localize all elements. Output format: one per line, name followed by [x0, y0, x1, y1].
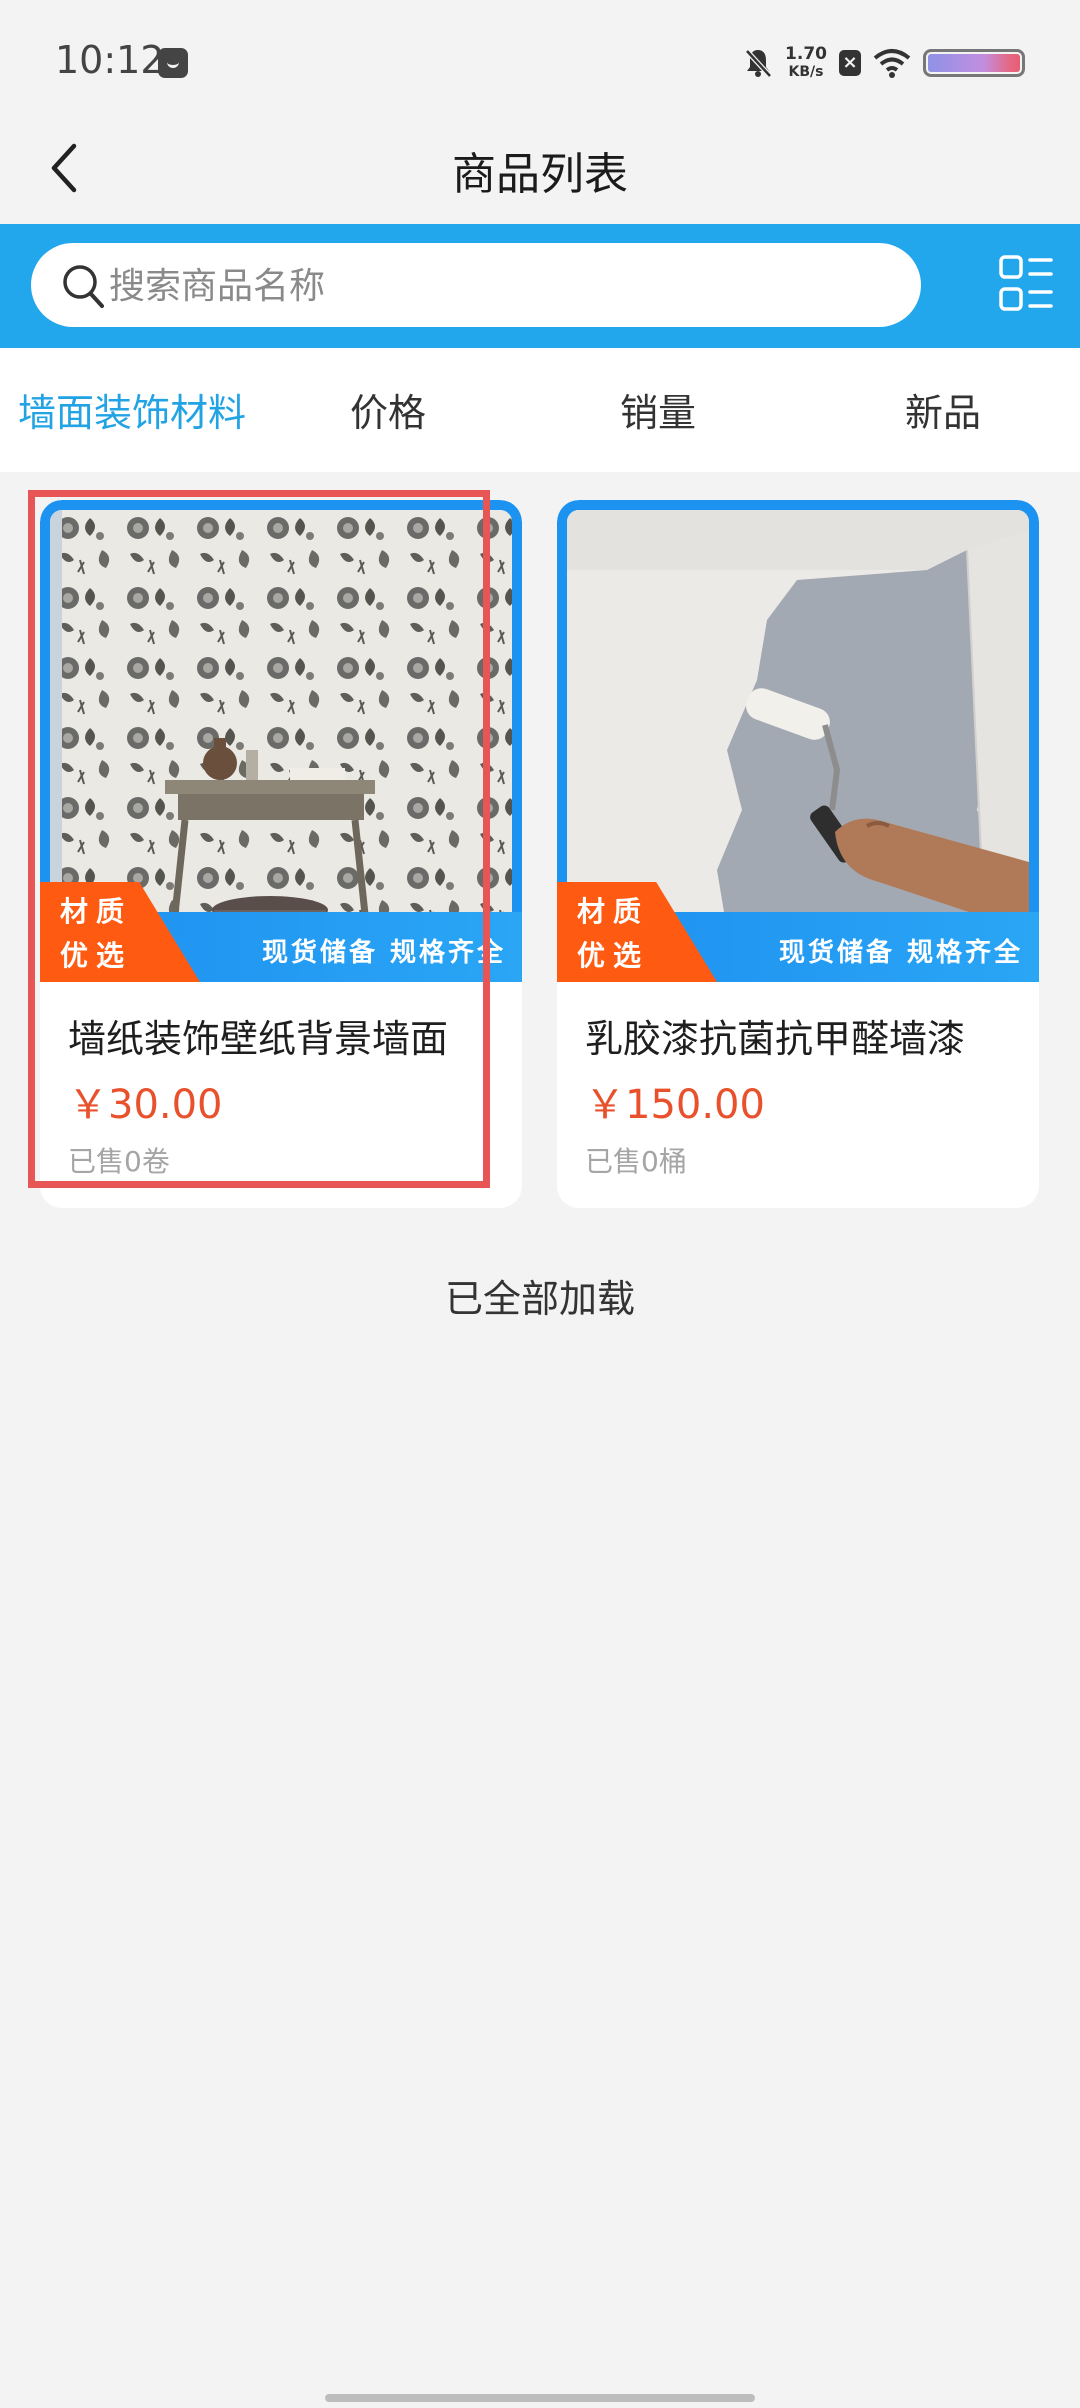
product-card[interactable]: 现货储备 规格齐全 材质 优选 乳胶漆抗菌抗甲醛墙漆 ￥150.00 已售0桶 [557, 500, 1039, 1208]
product-name: 乳胶漆抗菌抗甲醛墙漆 [585, 1017, 966, 1061]
list-end-text: 已全部加载 [444, 1277, 635, 1321]
close-square-icon: × [839, 50, 861, 76]
product-price: ￥150.00 [585, 1082, 765, 1128]
search-box[interactable] [31, 243, 921, 327]
network-speed: 1.70 KB/s [785, 44, 827, 80]
tab-new[interactable]: 新品 [905, 382, 981, 437]
home-indicator[interactable] [325, 2394, 755, 2402]
battery-icon [923, 49, 1025, 77]
list-layout-toggle-icon[interactable] [998, 254, 1054, 314]
search-icon [63, 265, 104, 308]
bell-muted-icon [745, 49, 772, 78]
product-sold-count: 已售0桶 [585, 1145, 687, 1178]
notification-icon [158, 48, 188, 78]
search-input[interactable] [107, 253, 891, 319]
tab-sales[interactable]: 销量 [620, 382, 696, 437]
nav-bar: 商品列表 [0, 120, 1080, 224]
wifi-icon [873, 49, 911, 78]
search-band [0, 224, 1080, 348]
tab-category[interactable]: 墙面装饰材料 [18, 382, 246, 437]
page-title: 商品列表 [452, 149, 628, 200]
status-icons: 1.70 KB/s × [743, 40, 1025, 86]
status-bar: 10:12 1.70 KB/s × [0, 0, 1080, 120]
status-time: 10:12 [55, 38, 165, 82]
tab-price[interactable]: 价格 [350, 382, 426, 437]
sort-tabs: 墙面装饰材料 价格 销量 新品 [0, 348, 1080, 472]
selection-highlight-box [28, 490, 490, 1188]
